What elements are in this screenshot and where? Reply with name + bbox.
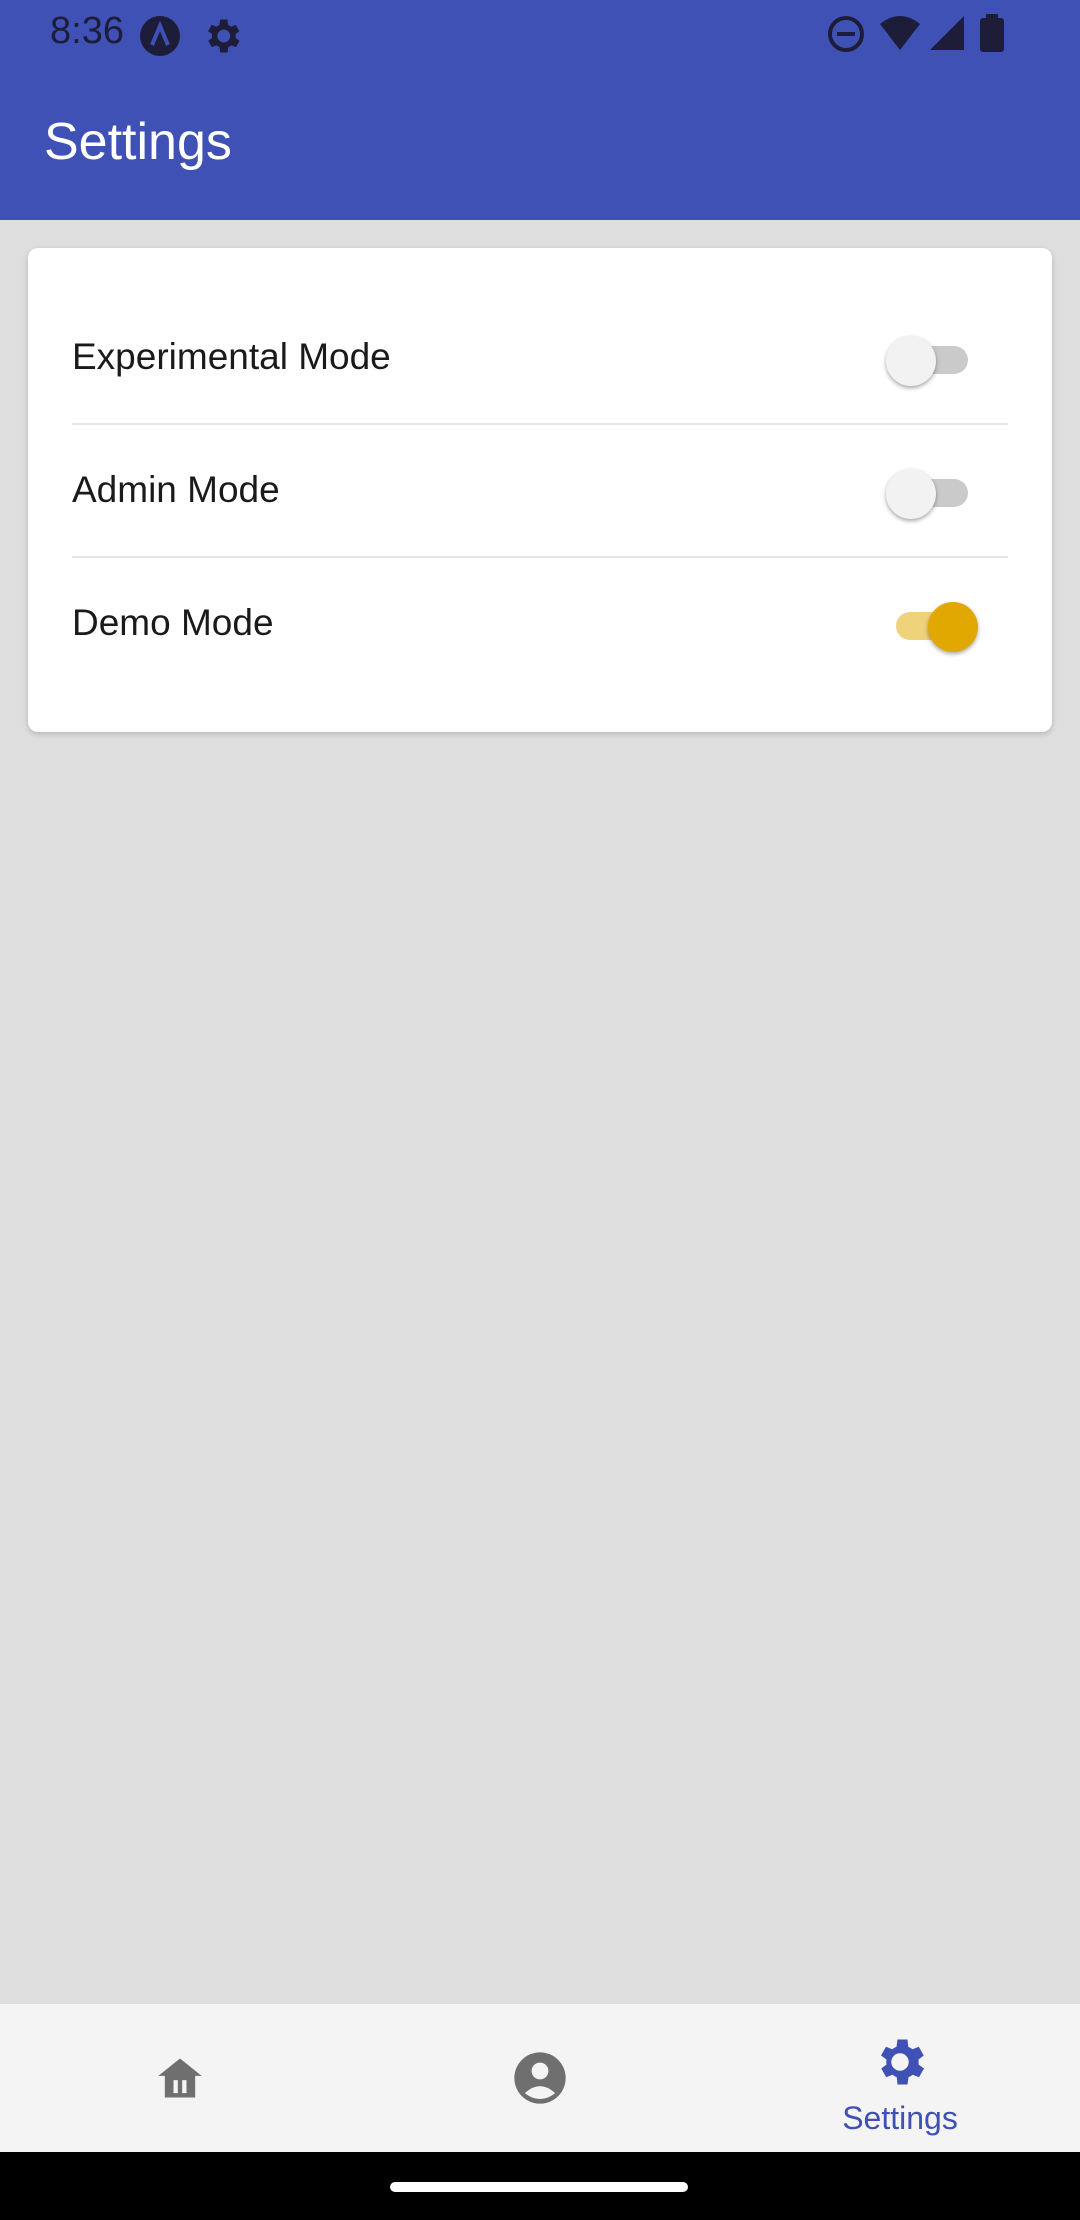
settings-gear-icon xyxy=(200,14,244,63)
wifi-icon xyxy=(878,14,922,59)
switch-thumb xyxy=(886,469,936,519)
app-bar: 8:36 Settings xyxy=(0,0,1080,220)
do-not-disturb-icon xyxy=(826,14,866,59)
settings-gear-icon xyxy=(870,2032,930,2097)
setting-label: Admin Mode xyxy=(72,469,280,510)
nav-label-settings: Settings xyxy=(842,2100,958,2136)
account-icon xyxy=(512,2050,568,2111)
status-time: 8:36 xyxy=(50,10,124,52)
home-icon xyxy=(154,2052,206,2109)
switch-thumb xyxy=(886,336,936,386)
setting-label: Experimental Mode xyxy=(72,336,391,377)
setting-row-demo-mode[interactable]: Demo Mode xyxy=(72,560,1008,692)
system-navigation-bar xyxy=(0,2152,1080,2220)
home-gesture-pill[interactable] xyxy=(390,2182,688,2192)
experimental-mode-switch[interactable] xyxy=(886,332,978,388)
app-badge-icon xyxy=(138,14,182,63)
nav-item-home[interactable] xyxy=(0,2004,360,2152)
nav-item-settings[interactable]: Settings xyxy=(720,2004,1080,2152)
nav-item-account[interactable] xyxy=(360,2004,720,2152)
status-bar: 8:36 xyxy=(0,0,1080,66)
signal-icon xyxy=(928,14,966,59)
battery-icon xyxy=(980,14,1004,59)
setting-label: Demo Mode xyxy=(72,602,274,643)
setting-row-admin-mode[interactable]: Admin Mode xyxy=(72,427,1008,559)
demo-mode-switch[interactable] xyxy=(886,598,978,654)
switch-thumb xyxy=(928,602,978,652)
divider xyxy=(72,556,1008,558)
setting-row-experimental-mode[interactable]: Experimental Mode xyxy=(72,294,1008,426)
settings-card: Experimental Mode Admin Mode Demo Mode xyxy=(28,248,1052,732)
divider xyxy=(72,423,1008,425)
bottom-navigation: Settings xyxy=(0,2004,1080,2152)
page-title: Settings xyxy=(44,113,232,171)
admin-mode-switch[interactable] xyxy=(886,465,978,521)
